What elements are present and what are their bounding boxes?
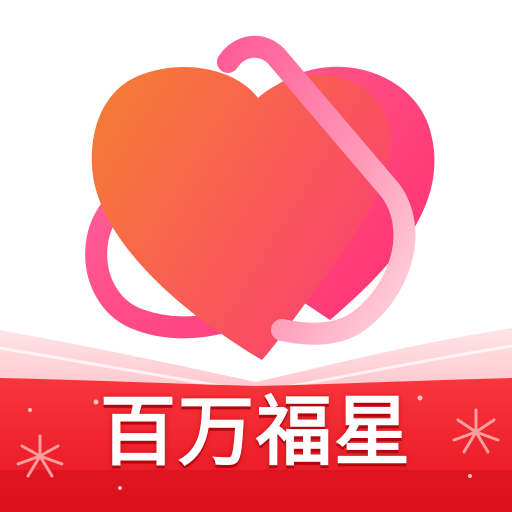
banner-title: 百万福星 bbox=[100, 387, 412, 476]
red-banner-bottom-band bbox=[0, 470, 512, 512]
app-icon: 百万福星 bbox=[0, 0, 512, 512]
loop-notch bbox=[244, 70, 270, 84]
